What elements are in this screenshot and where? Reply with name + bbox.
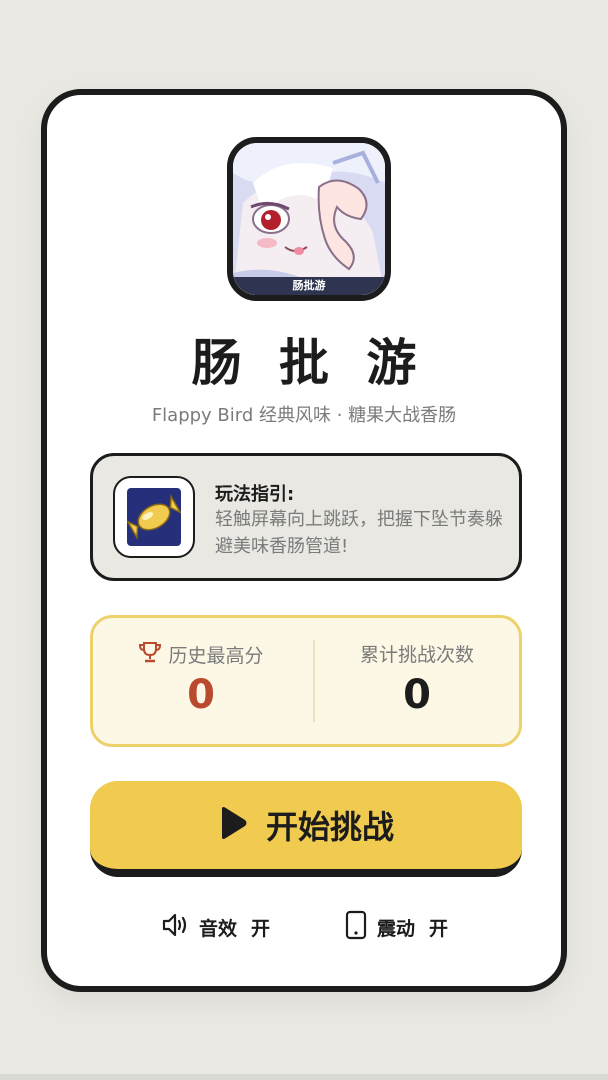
- guide-text: 轻触屏幕向上跳跃，把握下坠节奏躲避美味香肠管道!: [215, 509, 503, 557]
- stats-panel: 历史最高分 0 累计挑战次数 0: [90, 615, 522, 747]
- phone-icon: [345, 910, 367, 945]
- vibration-label: 震动: [377, 917, 416, 940]
- attempts-value: 0: [403, 672, 431, 718]
- trophy-icon: [138, 640, 162, 669]
- game-subtitle: Flappy Bird 经典风味 · 糖果大战香肠: [151, 405, 457, 426]
- avatar-caption: 肠批游: [233, 277, 385, 295]
- vibration-state: 开: [429, 917, 449, 940]
- best-score-label: 历史最高分: [168, 645, 264, 667]
- guide-panel: 玩法指引: 轻触屏幕向上跳跃，把握下坠节奏躲避美味香肠管道!: [90, 453, 522, 581]
- bottom-edge-bar: [0, 1074, 608, 1080]
- sound-label: 音效: [199, 917, 238, 940]
- main-card: 肠批游 肠 批 游 Flappy Bird 经典风味 · 糖果大战香肠 玩法指引…: [41, 89, 567, 992]
- start-button-label: 开始挑战: [265, 808, 394, 846]
- vibration-toggle[interactable]: 震动 开: [345, 907, 448, 947]
- sound-toggle[interactable]: 音效 开: [161, 907, 270, 947]
- game-title: 肠 批 游: [191, 334, 427, 392]
- start-challenge-button[interactable]: 开始挑战: [90, 781, 522, 877]
- play-icon: [218, 806, 248, 844]
- attempts-stat: 累计挑战次数 0: [309, 618, 525, 744]
- best-score-stat: 历史最高分 0: [93, 618, 309, 744]
- guide-heading: 玩法指引:: [215, 484, 295, 505]
- game-avatar: 肠批游: [227, 137, 391, 301]
- attempts-label: 累计挑战次数: [359, 644, 474, 666]
- anime-character-image: [233, 143, 385, 295]
- candy-icon: [125, 488, 183, 546]
- best-score-value: 0: [187, 672, 215, 718]
- settings-row: 音效 开 震动 开: [47, 907, 561, 947]
- speaker-icon: [161, 912, 189, 943]
- sound-state: 开: [251, 917, 271, 940]
- guide-icon-frame: [113, 476, 195, 558]
